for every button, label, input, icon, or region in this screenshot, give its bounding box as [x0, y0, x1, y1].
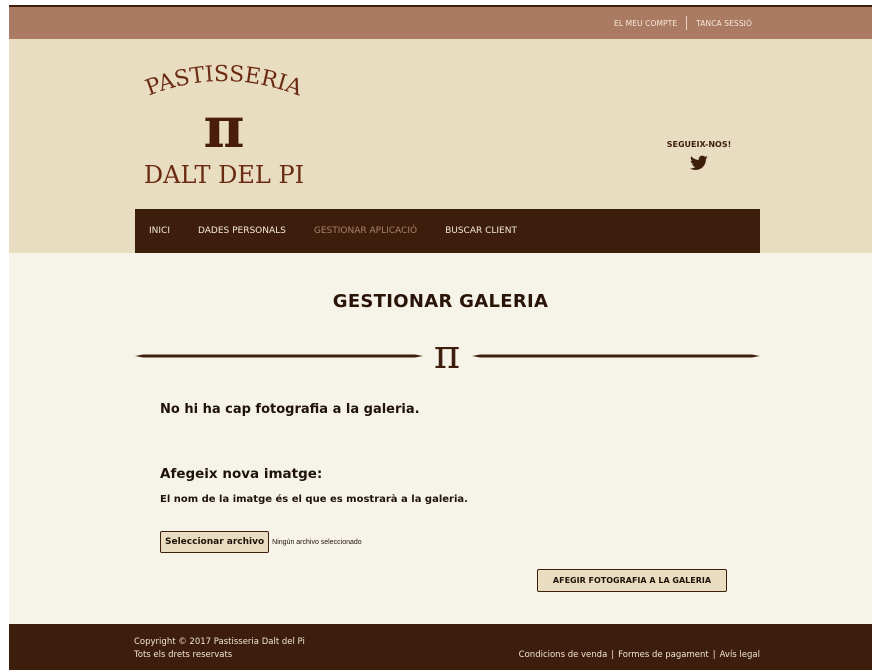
footer-links: Condicions de venda | Formes de pagament… — [519, 650, 760, 660]
footer: Copyright © 2017 Pastisseria Dalt del Pi… — [9, 624, 872, 670]
pastisseria-logo[interactable]: PASTISSERIA π DALT DEL PI — [133, 61, 315, 195]
top-bar: EL MEU COMPTE TANCA SESSIÓ — [9, 7, 872, 39]
link-separator: | — [712, 650, 716, 660]
nav-item-gestionar-aplicacio[interactable]: GESTIONAR APLICACIÓ — [314, 226, 417, 236]
page: EL MEU COMPTE TANCA SESSIÓ PASTISSERIA π… — [9, 0, 872, 670]
link-separator: | — [611, 650, 615, 660]
copyright-block: Copyright © 2017 Pastisseria Dalt del Pi… — [134, 636, 305, 662]
add-image-heading: Afegeix nova imatge: — [160, 466, 323, 482]
follow-label: SEGUEIX-NOS! — [666, 140, 732, 149]
select-file-button[interactable]: Seleccionar archivo — [160, 531, 270, 553]
main-nav: INICI DADES PERSONALS GESTIONAR APLICACI… — [135, 209, 760, 253]
social-follow: SEGUEIX-NOS! — [659, 140, 739, 171]
empty-gallery-message: No hi ha cap fotografia a la galeria. — [160, 402, 420, 417]
footer-link-payment[interactable]: Formes de pagament — [618, 650, 709, 660]
footer-link-conditions[interactable]: Condicions de venda — [519, 650, 608, 660]
page-title: GESTIONAR GALERIA — [332, 291, 549, 312]
divider-pi-symbol: π — [434, 336, 460, 372]
twitter-icon[interactable] — [690, 155, 708, 171]
copyright-text: Copyright © 2017 Pastisseria Dalt del Pi — [134, 637, 305, 647]
add-image-note: El nom de la imatge és el que es mostrar… — [160, 494, 468, 505]
separator — [686, 16, 688, 30]
rights-text: Tots els drets reservats — [134, 650, 233, 660]
footer-link-legal[interactable]: Avís legal — [720, 650, 760, 660]
logo-pi-symbol: π — [204, 95, 245, 161]
pi-divider: π — [135, 336, 760, 372]
add-photo-button[interactable]: AFEGIR FOTOGRAFIA A LA GALERIA — [537, 569, 727, 592]
logo-line2: DALT DEL PI — [144, 161, 304, 189]
file-status-text: Ningún archivo seleccionado — [272, 538, 362, 546]
my-account-link[interactable]: EL MEU COMPTE — [614, 19, 677, 28]
nav-item-dades-personals[interactable]: DADES PERSONALS — [198, 226, 286, 236]
nav-item-inici[interactable]: INICI — [149, 226, 170, 236]
file-input: Seleccionar archivo Ningún archivo selec… — [160, 531, 362, 553]
main-content: GESTIONAR GALERIA π No hi ha cap fotogra… — [9, 253, 872, 624]
logout-link[interactable]: TANCA SESSIÓ — [696, 19, 752, 28]
header: PASTISSERIA π DALT DEL PI SEGUEIX-NOS! I… — [9, 39, 872, 253]
account-links: EL MEU COMPTE TANCA SESSIÓ — [614, 7, 752, 39]
nav-item-buscar-client[interactable]: BUSCAR CLIENT — [445, 226, 517, 236]
